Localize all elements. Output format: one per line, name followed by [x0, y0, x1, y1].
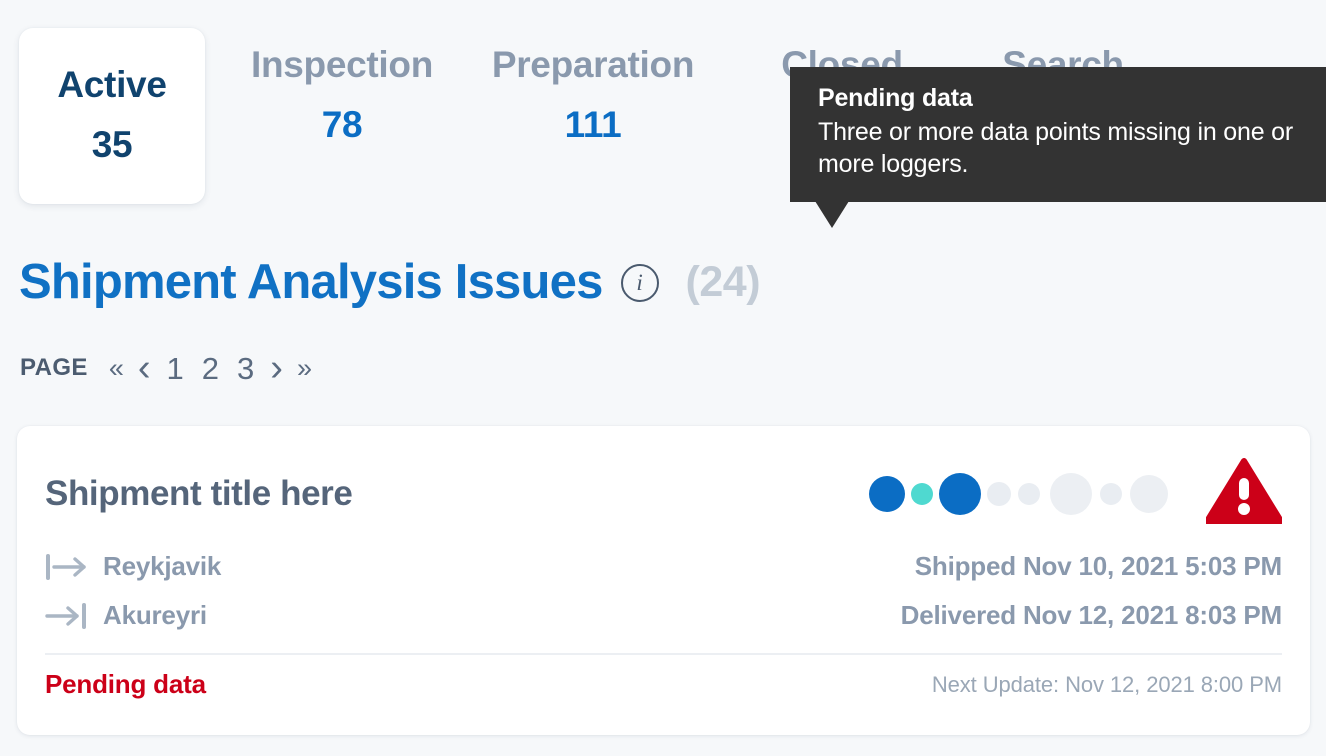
pagination-prev-button[interactable]: ‹ [138, 349, 151, 387]
progress-dot [869, 475, 905, 512]
tab-active-count: 35 [91, 123, 133, 165]
destination-row: Akureyri Delivered Nov 12, 2021 8:03 PM [45, 600, 1282, 631]
pagination: PAGE « ‹ 1 2 3 › » [20, 349, 319, 387]
pagination-page-3[interactable]: 3 [237, 353, 254, 384]
shipment-card-footer: Pending data Next Update: Nov 12, 2021 8… [45, 669, 1282, 700]
tab-preparation[interactable]: Preparation 111 [460, 0, 726, 143]
info-icon[interactable]: i [620, 263, 659, 302]
progress-dot [939, 472, 981, 515]
status-badge: Pending data [45, 669, 206, 699]
pending-data-tooltip: Pending data Three or more data points m… [790, 67, 1326, 229]
progress-dot [1018, 482, 1040, 505]
shipment-title: Shipment title here [45, 473, 353, 513]
pagination-first-button[interactable]: « [109, 354, 124, 382]
tab-preparation-count: 111 [564, 104, 622, 145]
origin-status: Shipped Nov 10, 2021 5:03 PM [914, 551, 1282, 581]
pagination-last-button[interactable]: » [297, 354, 312, 382]
origin-arrow-icon [45, 553, 89, 580]
card-divider [45, 653, 1282, 655]
tooltip-body: Three or more data points missing in one… [818, 118, 1293, 179]
tab-active-label: Active [57, 63, 167, 105]
progress-dot [987, 481, 1011, 506]
shipment-card-header-right [869, 458, 1283, 529]
destination-status: Delivered Nov 12, 2021 8:03 PM [900, 600, 1283, 630]
tab-active-card[interactable]: Active 35 [19, 28, 205, 204]
page-title: Shipment Analysis Issues [19, 255, 603, 309]
warning-triangle-icon [1205, 458, 1283, 529]
issue-count-badge: (24) [685, 258, 761, 306]
tooltip-tail-icon [815, 201, 849, 229]
destination-arrow-icon [45, 602, 89, 629]
tab-preparation-label: Preparation [491, 44, 695, 85]
pagination-next-button[interactable]: › [270, 349, 283, 387]
page-title-row: Shipment Analysis Issues i (24) [19, 255, 761, 309]
origin-left: Reykjavik [45, 551, 221, 582]
shipment-progress-dots [869, 472, 1168, 515]
pagination-label: PAGE [20, 354, 88, 381]
origin-row: Reykjavik Shipped Nov 10, 2021 5:03 PM [45, 551, 1282, 582]
progress-dot [911, 482, 933, 505]
tab-inspection[interactable]: Inspection 78 [224, 0, 460, 143]
next-update-text: Next Update: Nov 12, 2021 8:00 PM [931, 671, 1282, 697]
pagination-page-1[interactable]: 1 [167, 353, 184, 384]
tab-inspection-count: 78 [321, 104, 363, 145]
pagination-page-2[interactable]: 2 [202, 353, 219, 384]
tab-inspection-label: Inspection [250, 44, 434, 85]
tab-active[interactable]: Active 35 [0, 0, 224, 204]
shipment-card[interactable]: Shipment title here Reykjavik Shipped No… [17, 426, 1310, 735]
origin-city: Reykjavik [103, 551, 222, 581]
progress-dot [1130, 474, 1168, 513]
destination-left: Akureyri [45, 600, 207, 631]
progress-dot [1050, 472, 1092, 515]
progress-dot [1100, 482, 1122, 505]
tooltip-title: Pending data [818, 84, 973, 112]
shipment-card-header: Shipment title here [45, 426, 1283, 529]
destination-city: Akureyri [103, 600, 207, 630]
